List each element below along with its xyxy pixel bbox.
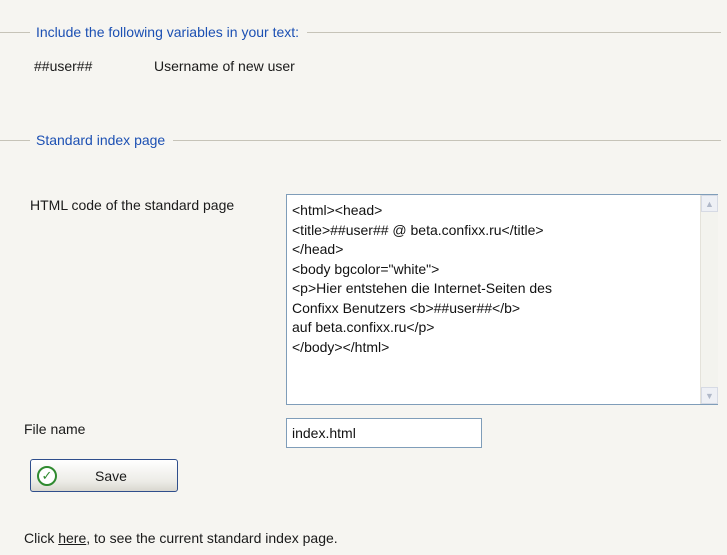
- save-button-label: Save: [95, 467, 127, 484]
- variables-legend: Include the following variables in your …: [36, 24, 300, 40]
- scroll-down-arrow-icon[interactable]: ▼: [701, 387, 718, 404]
- variable-item: ##user## Username of new user: [34, 58, 295, 74]
- fieldset-line: [0, 139, 30, 141]
- variable-description: Username of new user: [154, 58, 295, 74]
- fieldset-line: [0, 31, 30, 33]
- footer-prefix: Click: [24, 530, 59, 546]
- fieldset-line: [173, 139, 721, 141]
- check-circle-icon: ✓: [37, 465, 57, 486]
- file-name-label: File name: [24, 421, 86, 437]
- save-button[interactable]: ✓ Save: [30, 459, 178, 492]
- variable-name: ##user##: [34, 58, 93, 74]
- html-code-label: HTML code of the standard page: [30, 197, 235, 213]
- footer-suffix: , to see the current standard index page…: [86, 530, 338, 546]
- html-code-textarea[interactable]: <html><head> <title>##user## @ beta.conf…: [286, 194, 718, 405]
- index-fieldset-header: Standard index page: [0, 130, 727, 150]
- here-link[interactable]: here: [58, 530, 86, 546]
- textarea-scrollbar[interactable]: ▲ ▼: [700, 195, 718, 404]
- index-legend: Standard index page: [36, 132, 166, 148]
- variables-fieldset-header: Include the following variables in your …: [0, 22, 727, 42]
- footer-text: Click here, to see the current standard …: [24, 530, 338, 546]
- scroll-up-arrow-icon[interactable]: ▲: [701, 195, 718, 212]
- fieldset-line: [307, 31, 721, 33]
- file-name-input[interactable]: [286, 418, 482, 448]
